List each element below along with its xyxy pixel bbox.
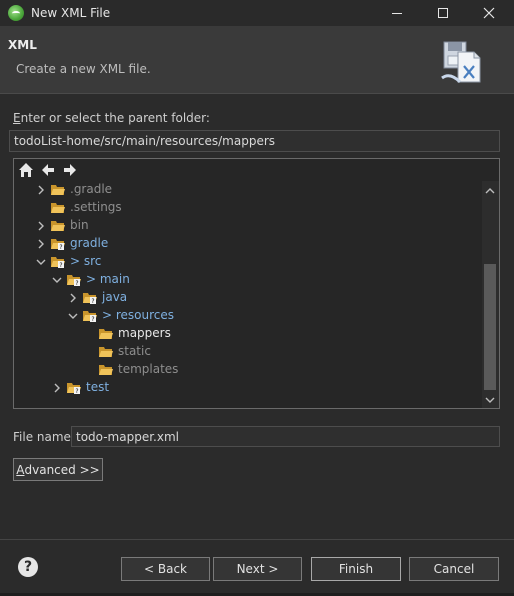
tree-item-label: > main <box>86 272 130 286</box>
svg-text:?: ? <box>91 298 94 304</box>
chevron-right-icon[interactable] <box>52 383 62 393</box>
cancel-button[interactable]: Cancel <box>409 557 499 581</box>
folder-icon <box>51 185 65 195</box>
tree-item-mappers-selected[interactable]: mappers <box>14 325 474 343</box>
tree-item-label: java <box>102 290 128 304</box>
tree-item-resources[interactable]: ? > resources <box>14 307 474 325</box>
wizard-title: XML <box>8 38 37 52</box>
tree-item-label: static <box>118 344 151 358</box>
shared-folder-icon: ? <box>67 275 81 286</box>
shared-folder-icon: ? <box>67 383 81 394</box>
tree-item-settings[interactable]: .settings <box>14 199 474 217</box>
tree-item-gradle-hidden[interactable]: .gradle <box>14 181 474 199</box>
tree-item-label: .gradle <box>70 182 113 196</box>
tree-item-static[interactable]: static <box>14 343 474 361</box>
back-button-label: < Back <box>143 562 187 576</box>
parent-folder-label-mnemonic: E <box>13 111 21 125</box>
tree-item-label: gradle <box>70 236 109 250</box>
footer-separator <box>0 539 514 540</box>
close-button[interactable] <box>466 0 512 26</box>
tree-item-label: .settings <box>70 200 122 214</box>
folder-icon <box>51 203 65 213</box>
chevron-down-icon[interactable] <box>52 275 62 285</box>
parent-folder-label-text: nter or select the parent folder: <box>20 111 210 125</box>
tree-item-label: bin <box>70 218 89 232</box>
wizard-header: XML Create a new XML file. <box>0 26 514 94</box>
folder-icon <box>51 221 65 231</box>
tree-toolbar <box>14 159 499 181</box>
svg-text:?: ? <box>75 280 78 286</box>
svg-text:?: ? <box>59 244 62 250</box>
scroll-up-icon[interactable] <box>485 186 495 196</box>
scroll-down-icon[interactable] <box>485 395 495 405</box>
advanced-button[interactable]: Advanced >> <box>13 458 103 481</box>
cancel-button-label: Cancel <box>433 562 475 576</box>
chevron-down-icon[interactable] <box>36 257 46 267</box>
chevron-right-icon[interactable] <box>68 293 78 303</box>
tree-vertical-scrollbar[interactable] <box>482 181 499 408</box>
chevron-right-icon[interactable] <box>36 185 46 195</box>
tree-item-bin[interactable]: bin <box>14 217 474 235</box>
scrollbar-thumb[interactable] <box>484 264 496 390</box>
folder-icon <box>99 329 113 339</box>
shared-folder-icon: ? <box>51 257 65 268</box>
wizard-description: Create a new XML file. <box>16 62 151 76</box>
chevron-down-icon[interactable] <box>68 311 78 321</box>
tree-item-label: > src <box>70 254 102 268</box>
tree-item-java[interactable]: ? java <box>14 289 474 307</box>
shared-folder-icon: ? <box>83 293 97 304</box>
close-icon <box>483 7 495 19</box>
advanced-button-label: dvanced >> <box>24 462 100 477</box>
folder-icon <box>99 365 113 375</box>
back-arrow-icon[interactable] <box>40 162 56 178</box>
svg-text:?: ? <box>75 388 78 394</box>
finish-button[interactable]: Finish <box>311 557 401 581</box>
home-icon[interactable] <box>18 162 34 178</box>
tree-item-src[interactable]: ? > src <box>14 253 474 271</box>
file-name-label: File name: <box>13 430 75 444</box>
file-name-label-text: File name: <box>13 430 75 444</box>
tree-item-gradle[interactable]: ? gradle <box>14 235 474 253</box>
forward-arrow-icon[interactable] <box>62 162 78 178</box>
svg-text:?: ? <box>91 316 94 322</box>
folder-tree[interactable]: .gradle .settings bin ? gradle ? > src ? <box>13 158 500 409</box>
title-bar: New XML File <box>0 0 514 26</box>
parent-folder-input[interactable]: todoList-home/src/main/resources/mappers <box>9 130 500 152</box>
minimize-button[interactable] <box>374 0 420 26</box>
back-button[interactable]: < Back <box>121 557 210 581</box>
svg-text:?: ? <box>59 262 62 268</box>
parent-folder-label: Enter or select the parent folder: <box>13 111 210 125</box>
shared-folder-icon: ? <box>51 239 65 250</box>
xml-file-wizard-icon <box>441 41 481 84</box>
tree-item-main[interactable]: ? > main <box>14 271 474 289</box>
folder-icon <box>99 347 113 357</box>
shared-folder-icon: ? <box>83 311 97 322</box>
next-button[interactable]: Next > <box>213 557 302 581</box>
tree-item-label: mappers <box>118 326 171 340</box>
chevron-right-icon[interactable] <box>36 239 46 249</box>
tree-item-label: templates <box>118 362 179 376</box>
tree-item-test[interactable]: ? test <box>14 379 474 397</box>
tree-item-label: test <box>86 380 110 394</box>
file-name-input[interactable]: todo-mapper.xml <box>71 426 500 447</box>
tree-item-templates[interactable]: templates <box>14 361 474 379</box>
minimize-icon <box>392 12 402 14</box>
finish-button-label: Finish <box>338 562 374 576</box>
help-icon[interactable]: ? <box>18 557 38 577</box>
maximize-icon <box>438 8 448 18</box>
next-button-label: Next > <box>236 562 279 576</box>
maximize-button[interactable] <box>420 0 466 26</box>
advanced-button-mnemonic: A <box>16 462 25 477</box>
chevron-right-icon[interactable] <box>36 221 46 231</box>
spring-app-icon <box>8 5 24 21</box>
tree-item-label: > resources <box>102 308 175 322</box>
window-title: New XML File <box>31 6 111 20</box>
